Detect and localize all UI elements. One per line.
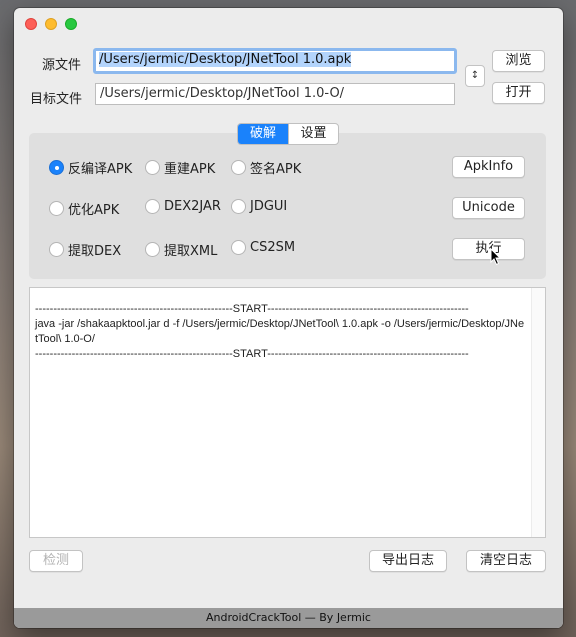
detect-button[interactable]: 检测 <box>29 550 83 572</box>
radio-optimize-apk[interactable]: 优化APK <box>49 199 119 218</box>
log-scrollbar[interactable] <box>531 288 545 537</box>
swap-stepper[interactable]: ↕ <box>465 65 485 87</box>
radio-unselected-icon <box>231 240 246 255</box>
open-button[interactable]: 打开 <box>492 82 545 104</box>
radio-label: JDGUI <box>250 199 288 214</box>
clear-log-button[interactable]: 清空日志 <box>466 550 546 572</box>
radio-unselected-icon <box>145 160 160 175</box>
close-window-button[interactable] <box>25 18 37 30</box>
up-down-arrows-icon: ↕ <box>470 70 480 81</box>
radio-unselected-icon <box>231 160 246 175</box>
radio-selected-icon <box>49 160 64 175</box>
radio-label: 重建APK <box>164 162 216 177</box>
radio-unselected-icon <box>145 242 160 257</box>
apkinfo-button[interactable]: ApkInfo <box>452 156 525 178</box>
radio-label: 签名APK <box>250 162 302 177</box>
unicode-button[interactable]: Unicode <box>452 197 525 219</box>
window-controls <box>25 18 77 30</box>
radio-label: DEX2JAR <box>164 199 221 214</box>
source-file-input[interactable]: /Users/jermic/Desktop/JNetTool 1.0.apk <box>93 48 457 74</box>
radio-decompile-apk[interactable]: 反编译APK <box>49 158 132 177</box>
radio-label: CS2SM <box>250 240 296 255</box>
radio-jdgui[interactable]: JDGUI <box>231 199 287 214</box>
target-file-label: 目标文件 <box>30 92 83 107</box>
source-file-label: 源文件 <box>42 58 82 73</box>
radio-sign-apk[interactable]: 签名APK <box>231 158 301 177</box>
radio-unselected-icon <box>49 242 64 257</box>
radio-unselected-icon <box>231 199 246 214</box>
radio-label: 提取XML <box>164 244 218 259</box>
app-window: 源文件 /Users/jermic/Desktop/JNetTool 1.0.a… <box>14 8 563 628</box>
radio-unselected-icon <box>145 199 160 214</box>
radio-label: 优化APK <box>68 203 120 218</box>
log-text: ----------------------------------------… <box>35 303 525 360</box>
radio-extract-xml[interactable]: 提取XML <box>145 240 217 259</box>
export-log-button[interactable]: 导出日志 <box>369 550 447 572</box>
radio-label: 提取DEX <box>68 244 122 259</box>
source-file-value: /Users/jermic/Desktop/JNetTool 1.0.apk <box>99 52 352 67</box>
tab-settings[interactable]: 设置 <box>288 124 338 144</box>
log-output-area[interactable]: ----------------------------------------… <box>29 287 546 538</box>
tab-bar: 破解 设置 <box>237 123 339 145</box>
target-file-input[interactable]: /Users/jermic/Desktop/JNetTool 1.0-O/ <box>95 83 455 105</box>
footer-credit: AndroidCrackTool — By Jermic <box>14 608 563 628</box>
minimize-window-button[interactable] <box>45 18 57 30</box>
execute-button[interactable]: 执行 <box>452 238 525 260</box>
mouse-pointer-icon <box>490 248 502 266</box>
radio-cs2sm[interactable]: CS2SM <box>231 240 295 255</box>
radio-rebuild-apk[interactable]: 重建APK <box>145 158 215 177</box>
radio-unselected-icon <box>49 201 64 216</box>
browse-button[interactable]: 浏览 <box>492 50 545 72</box>
radio-label: 反编译APK <box>68 162 133 177</box>
maximize-window-button[interactable] <box>65 18 77 30</box>
tab-crack[interactable]: 破解 <box>238 124 288 144</box>
radio-extract-dex[interactable]: 提取DEX <box>49 240 121 259</box>
radio-dex2jar[interactable]: DEX2JAR <box>145 199 221 214</box>
